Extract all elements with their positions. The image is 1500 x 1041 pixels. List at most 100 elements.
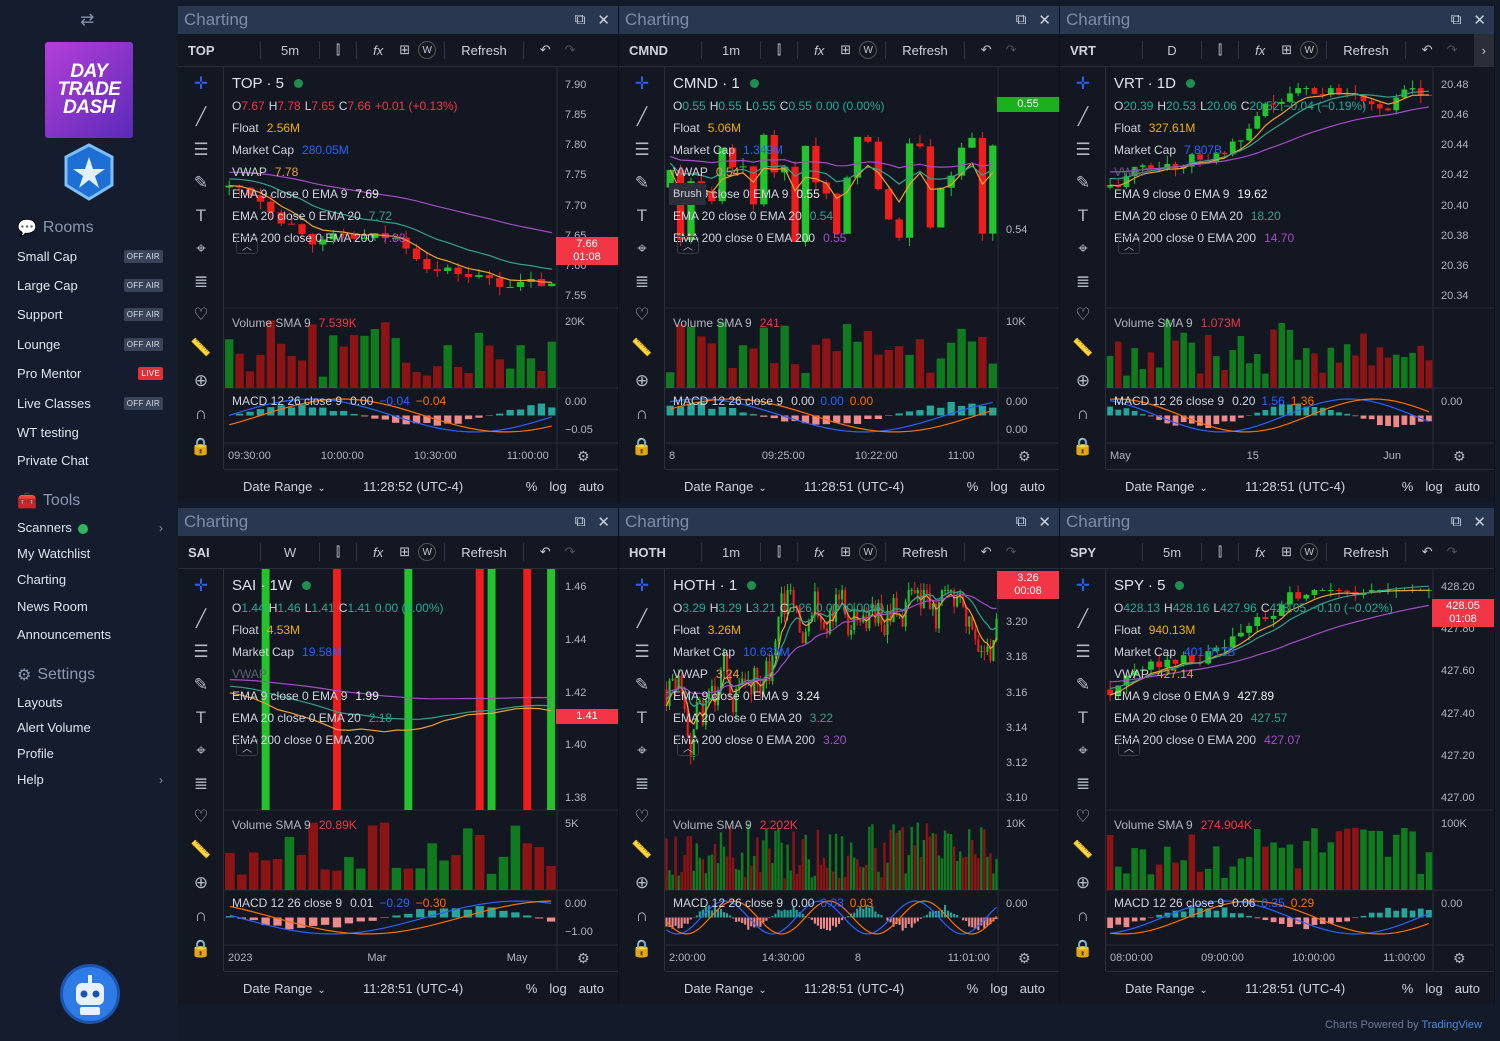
collapse-legend-button[interactable]: ︿ <box>236 738 258 756</box>
text-icon[interactable]: T <box>619 199 665 232</box>
magnet-icon[interactable]: ∩ <box>619 899 665 932</box>
layout-grid-icon[interactable]: ⊞ <box>391 544 418 560</box>
prediction-icon[interactable]: ≣ <box>178 265 224 298</box>
clock-timezone[interactable]: 11:28:52 (UTC-4) <box>363 479 513 494</box>
lock-draw-icon[interactable]: 🔒 <box>1060 932 1106 965</box>
chart-settings-gear-icon[interactable]: ⚙ <box>1018 448 1031 465</box>
popout-icon[interactable]: ⧉ <box>1451 11 1462 29</box>
zoom-icon[interactable]: ⊕ <box>619 866 665 899</box>
ruler-icon[interactable]: 📏 <box>619 331 665 364</box>
candle-style-icon[interactable]: ⫿ <box>328 544 348 560</box>
pattern-icon[interactable]: ⌖ <box>619 232 665 265</box>
indicators-icon[interactable]: fx <box>1247 43 1273 58</box>
crosshair-icon[interactable]: ✛ <box>178 67 224 100</box>
redo-icon[interactable]: ↷ <box>1441 42 1464 58</box>
clock-timezone[interactable]: 11:28:51 (UTC-4) <box>363 981 513 996</box>
refresh-button[interactable]: Refresh <box>1335 545 1397 560</box>
interval-selector[interactable]: W <box>269 545 311 560</box>
chart-settings-gear-icon[interactable]: ⚙ <box>1453 950 1466 967</box>
fib-icon[interactable]: ☰ <box>619 133 665 166</box>
auto-scale-toggle[interactable]: auto <box>1449 981 1486 996</box>
auto-scale-toggle[interactable]: auto <box>573 479 610 494</box>
ruler-icon[interactable]: 📏 <box>619 833 665 866</box>
redo-icon[interactable]: ↷ <box>559 42 582 58</box>
ruler-icon[interactable]: 📏 <box>1060 331 1106 364</box>
log-scale-toggle[interactable]: log <box>543 981 572 996</box>
popout-icon[interactable]: ⧉ <box>575 513 586 531</box>
zoom-icon[interactable]: ⊕ <box>1060 866 1106 899</box>
chart-settings-gear-icon[interactable]: ⚙ <box>1018 950 1031 967</box>
chart-area[interactable]: CMND · 1 O0.55 H0.55 L0.55 C0.55 0.00 (0.00%)… <box>665 67 1059 469</box>
prediction-icon[interactable]: ≣ <box>1060 265 1106 298</box>
date-range-dropdown[interactable]: Date Range ⌄ <box>684 479 804 494</box>
date-range-dropdown[interactable]: Date Range ⌄ <box>1125 981 1245 996</box>
fib-icon[interactable]: ☰ <box>1060 133 1106 166</box>
tradingview-credit[interactable]: Charts Powered by TradingView <box>1325 1019 1482 1031</box>
favorite-icon[interactable]: ♡ <box>1060 298 1106 331</box>
undo-icon[interactable]: ↶ <box>973 42 1000 58</box>
room-wt-testing[interactable]: WT testing <box>17 425 163 440</box>
fib-icon[interactable]: ☰ <box>1060 635 1106 668</box>
magnet-icon[interactable]: ∩ <box>178 397 224 430</box>
text-icon[interactable]: T <box>1060 199 1106 232</box>
pattern-icon[interactable]: ⌖ <box>178 734 224 767</box>
trendline-icon[interactable]: ╱ <box>178 100 224 133</box>
trendline-icon[interactable]: ╱ <box>178 602 224 635</box>
lock-draw-icon[interactable]: 🔒 <box>178 430 224 463</box>
indicators-icon[interactable]: fx <box>365 545 391 560</box>
pattern-icon[interactable]: ⌖ <box>178 232 224 265</box>
clock-timezone[interactable]: 11:28:51 (UTC-4) <box>804 981 954 996</box>
tool-news-room[interactable]: News Room <box>17 599 163 614</box>
crosshair-icon[interactable]: ✛ <box>619 569 665 602</box>
ruler-icon[interactable]: 📏 <box>178 833 224 866</box>
log-scale-toggle[interactable]: log <box>1419 981 1448 996</box>
favorite-icon[interactable]: ♡ <box>178 298 224 331</box>
refresh-button[interactable]: Refresh <box>453 43 515 58</box>
chart-area[interactable]: VRT · 1D O20.39 H20.53 L20.06 C20.52 −0.04 (−… <box>1106 67 1494 469</box>
watchlist-w-icon[interactable]: W <box>859 543 878 561</box>
auto-scale-toggle[interactable]: auto <box>573 981 610 996</box>
tool-charting[interactable]: Charting <box>17 572 163 587</box>
redo-icon[interactable]: ↷ <box>559 544 582 560</box>
zoom-icon[interactable]: ⊕ <box>178 364 224 397</box>
watchlist-w-icon[interactable]: W <box>859 41 878 59</box>
watchlist-w-icon[interactable]: W <box>418 41 437 59</box>
popout-icon[interactable]: ⧉ <box>1016 513 1027 531</box>
collapse-legend-button[interactable]: ︿ <box>1118 236 1140 254</box>
close-icon[interactable]: ✕ <box>597 513 610 531</box>
fib-icon[interactable]: ☰ <box>178 635 224 668</box>
room-lounge[interactable]: Lounge OFF AIR <box>17 337 163 352</box>
lock-draw-icon[interactable]: 🔒 <box>619 932 665 965</box>
magnet-icon[interactable]: ∩ <box>178 899 224 932</box>
auto-scale-toggle[interactable]: auto <box>1449 479 1486 494</box>
pattern-icon[interactable]: ⌖ <box>1060 734 1106 767</box>
candle-style-icon[interactable]: ⫿ <box>1210 42 1230 58</box>
collapse-legend-button[interactable]: ︿ <box>677 738 699 756</box>
date-range-dropdown[interactable]: Date Range ⌄ <box>243 981 363 996</box>
credit-brand[interactable]: TradingView <box>1421 1019 1482 1031</box>
room-small-cap[interactable]: Small Cap OFF AIR <box>17 249 163 264</box>
layout-grid-icon[interactable]: ⊞ <box>832 42 859 58</box>
interval-selector[interactable]: 1m <box>710 43 752 58</box>
room-large-cap[interactable]: Large Cap OFF AIR <box>17 278 163 293</box>
ruler-icon[interactable]: 📏 <box>1060 833 1106 866</box>
log-scale-toggle[interactable]: log <box>984 479 1013 494</box>
refresh-button[interactable]: Refresh <box>453 545 515 560</box>
percent-scale-toggle[interactable]: % <box>520 479 544 494</box>
log-scale-toggle[interactable]: log <box>984 981 1013 996</box>
chart-area[interactable]: HOTH · 1 O3.29 H3.29 L3.21 C3.26 0.00 (0.00%)… <box>665 569 1059 971</box>
lock-draw-icon[interactable]: 🔒 <box>619 430 665 463</box>
close-icon[interactable]: ✕ <box>597 11 610 29</box>
pattern-icon[interactable]: ⌖ <box>1060 232 1106 265</box>
favorite-icon[interactable]: ♡ <box>178 800 224 833</box>
date-range-dropdown[interactable]: Date Range ⌄ <box>1125 479 1245 494</box>
percent-scale-toggle[interactable]: % <box>961 479 985 494</box>
date-range-dropdown[interactable]: Date Range ⌄ <box>684 981 804 996</box>
interval-selector[interactable]: D <box>1151 43 1193 58</box>
trendline-icon[interactable]: ╱ <box>619 100 665 133</box>
layout-grid-icon[interactable]: ⊞ <box>1273 42 1300 58</box>
crosshair-icon[interactable]: ✛ <box>619 67 665 100</box>
settings-profile[interactable]: Profile <box>17 746 163 761</box>
candle-style-icon[interactable]: ⫿ <box>1210 544 1230 560</box>
favorite-icon[interactable]: ♡ <box>619 298 665 331</box>
